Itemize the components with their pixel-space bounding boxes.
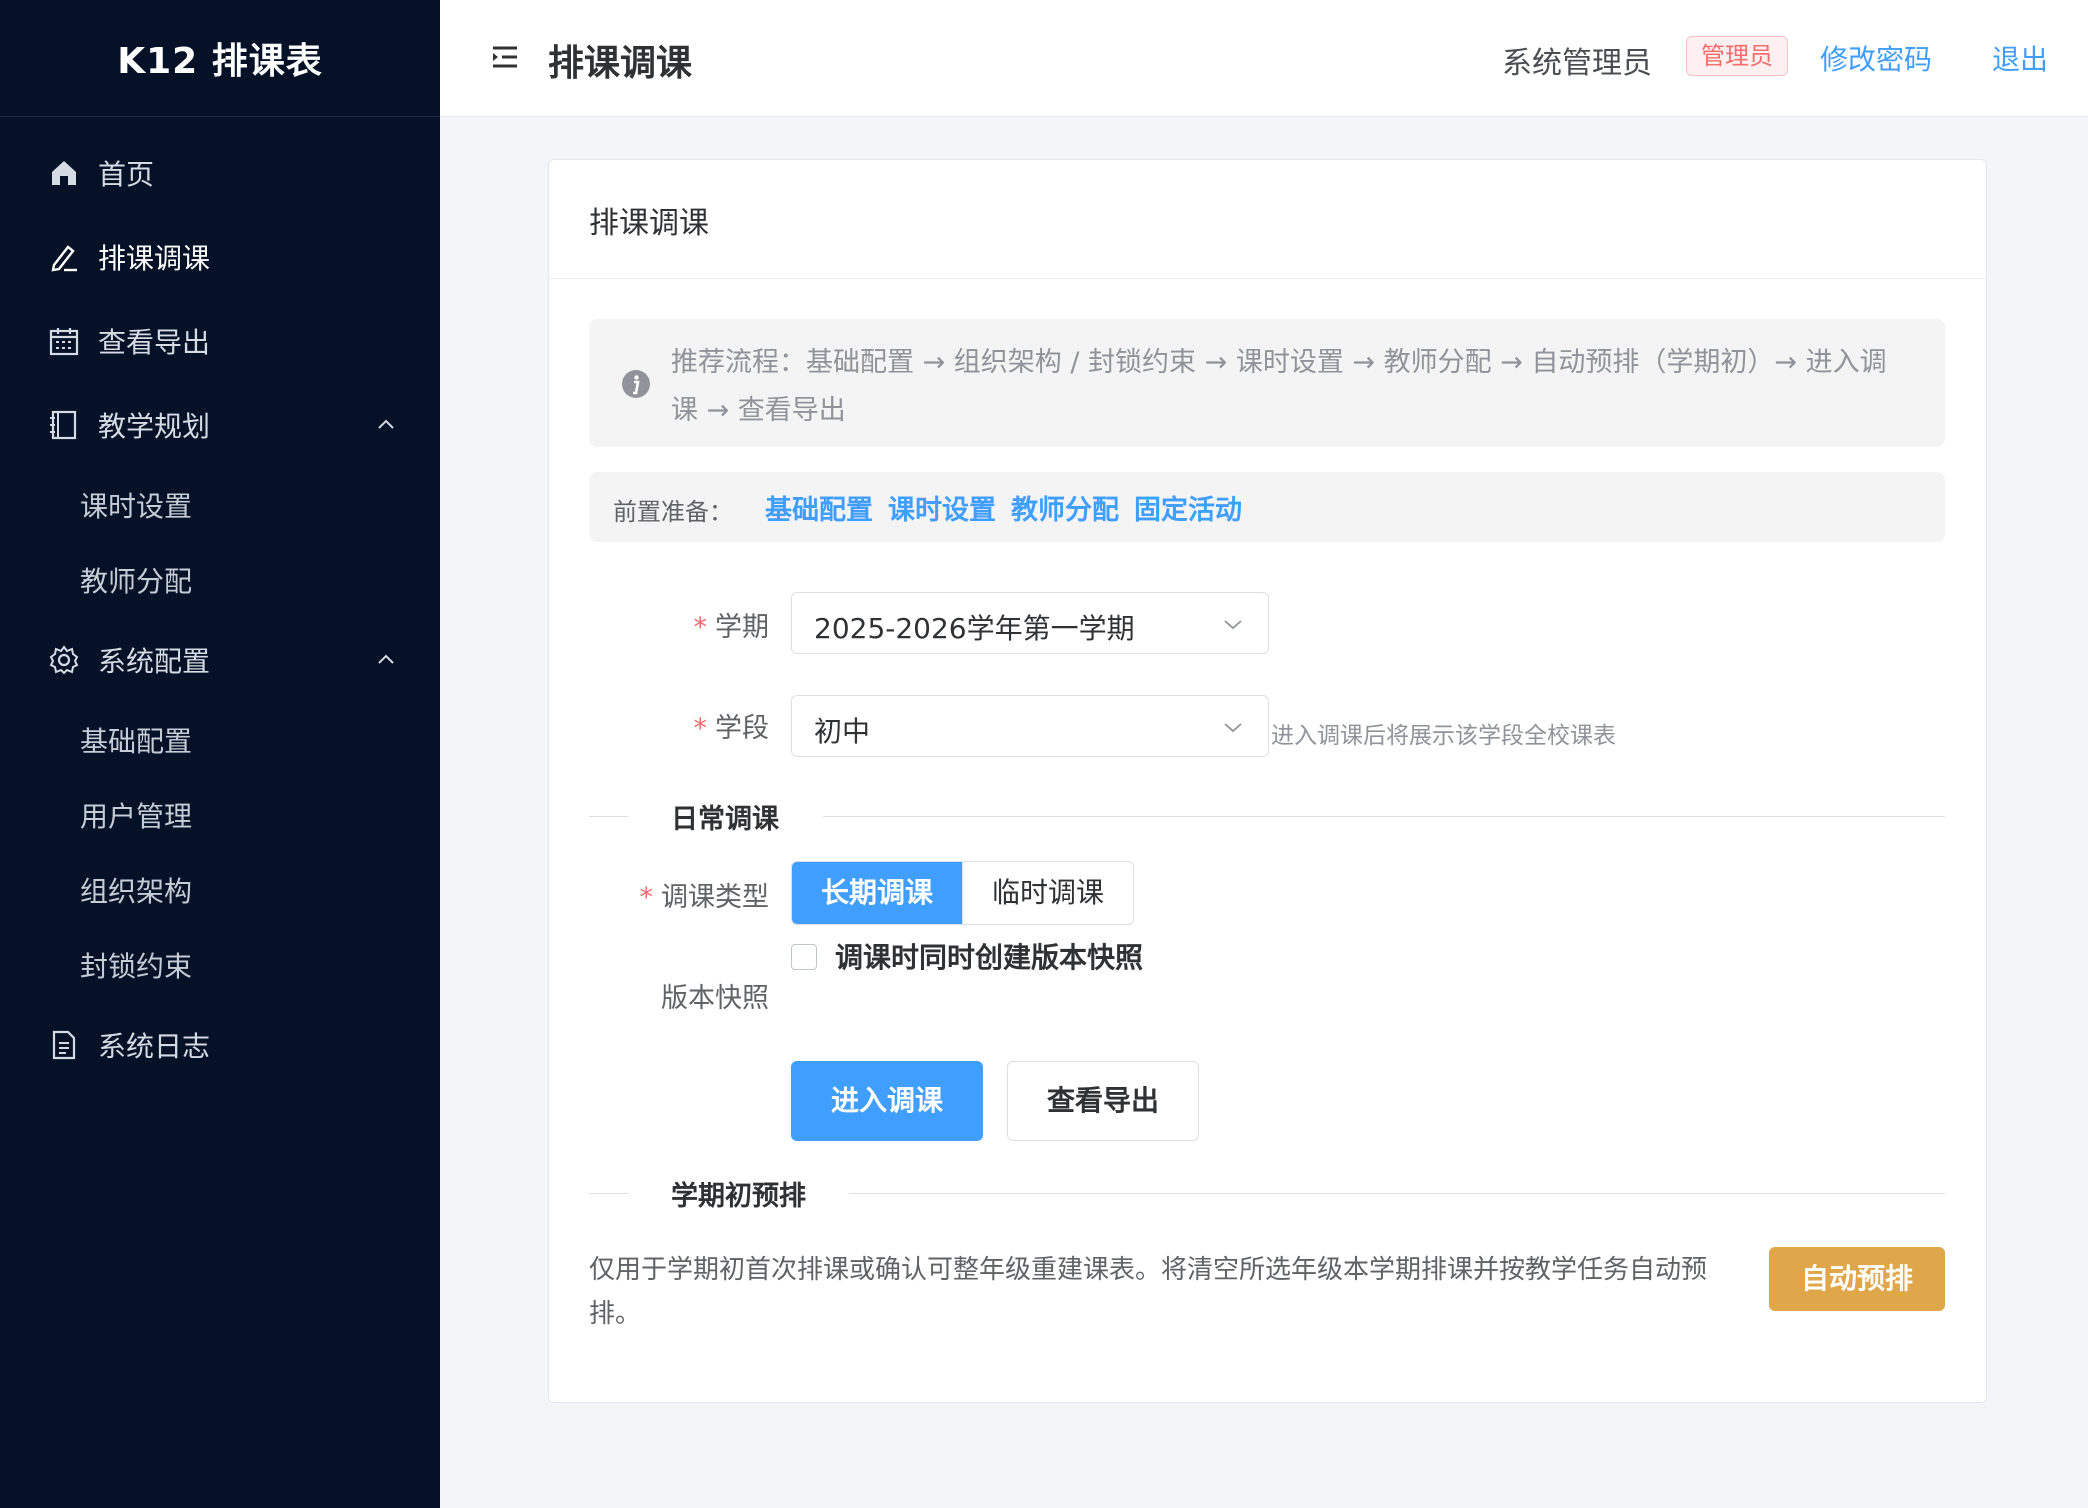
notebook-icon (50, 410, 77, 440)
adjust-type-radio-group: 长期调课 临时调课 (791, 861, 1134, 925)
stage-select-value: 初中 (814, 715, 871, 748)
prep-link-teacher-assign[interactable]: 教师分配 (1011, 488, 1119, 527)
prep-link-fixed-activities[interactable]: 固定活动 (1134, 488, 1242, 527)
prerequisite-label: 前置准备： (613, 498, 733, 526)
presched-description: 仅用于学期初首次排课或确认可整年级重建课表。将清空所选年级本学期排课并按教学任务… (589, 1255, 1708, 1329)
sidebar-item-system-config[interactable]: 系统配置 (0, 620, 440, 700)
sidebar-item-home[interactable]: 首页 (0, 133, 440, 213)
card-title: 排课调课 (589, 206, 709, 241)
snapshot-label: 版本快照 (661, 983, 769, 1014)
required-mark: * (693, 612, 708, 643)
current-user: 系统管理员 (1502, 46, 1652, 81)
chevron-down-icon (1224, 620, 1242, 630)
sidebar-item-label: 系统日志 (98, 1030, 211, 1063)
sidebar-item-label: 排课调课 (98, 242, 211, 275)
top-header: 排课调课 系统管理员 管理员 修改密码 退出 (440, 0, 2088, 117)
adjust-type-temporary[interactable]: 临时调课 (962, 862, 1133, 924)
enter-adjust-button[interactable]: 进入调课 (791, 1061, 983, 1141)
sidebar-item-teacher-assign[interactable]: 教师分配 (0, 540, 440, 620)
calendar-icon (49, 328, 79, 356)
divider-line (823, 816, 1945, 817)
prep-link-basic-config[interactable]: 基础配置 (765, 488, 873, 527)
daily-section-divider: 日常调课 (589, 797, 1945, 837)
required-mark: * (693, 713, 708, 744)
prep-link-period-settings[interactable]: 课时设置 (888, 488, 996, 527)
page-title: 排课调课 (548, 43, 693, 84)
sidebar-item-block-constraints[interactable]: 封锁约束 (0, 925, 440, 1005)
edit-pen-icon (51, 245, 77, 272)
prerequisite-bar: 前置准备： 基础配置 课时设置 教师分配 固定活动 (589, 472, 1945, 542)
term-label: * 学期 (649, 605, 770, 644)
sidebar-item-label: 首页 (98, 158, 155, 191)
term-select-value: 2025-2026学年第一学期 (814, 612, 1135, 645)
sidebar-item-label: 封锁约束 (80, 950, 193, 983)
sidebar-item-period-settings[interactable]: 课时设置 (0, 465, 440, 545)
sidebar: K12 排课表 首页 排课调课 查看导出 教学规划 课时设置 教师分配 系统配置 (0, 0, 440, 1508)
workflow-info-text: 推荐流程：基础配置 → 组织架构 / 封锁约束 → 课时设置 → 教师分配 → … (671, 347, 1887, 426)
view-export-button[interactable]: 查看导出 (1007, 1061, 1199, 1141)
sidebar-item-label: 组织架构 (80, 875, 193, 908)
logout-link[interactable]: 退出 (1992, 38, 2048, 78)
adjust-type-label: * 调课类型 (609, 875, 770, 914)
stage-label-text: 学段 (715, 713, 769, 744)
sidebar-item-org-structure[interactable]: 组织架构 (0, 850, 440, 930)
change-password-link[interactable]: 修改密码 (1820, 38, 1932, 78)
stage-hint: 进入调课后将展示该学段全校课表 (1271, 723, 1616, 749)
schedule-card: 排课调课 推荐流程：基础配置 → 组织架构 / 封锁约束 → 课时设置 → 教师… (548, 159, 1987, 1403)
sidebar-item-schedule[interactable]: 排课调课 (0, 217, 440, 297)
sidebar-item-label: 教学规划 (98, 410, 211, 443)
auto-presched-button[interactable]: 自动预排 (1769, 1247, 1945, 1311)
document-icon (52, 1030, 76, 1060)
presched-section-title: 学期初预排 (671, 1181, 806, 1212)
term-label-text: 学期 (715, 612, 769, 643)
required-mark: * (639, 882, 654, 913)
stage-label: * 学段 (649, 706, 770, 745)
sidebar-item-label: 系统配置 (98, 645, 211, 678)
sidebar-item-teaching-plan[interactable]: 教学规划 (0, 385, 440, 465)
sidebar-item-label: 基础配置 (80, 725, 193, 758)
sidebar-item-export[interactable]: 查看导出 (0, 301, 440, 381)
snapshot-checkbox-label[interactable]: 调课时同时创建版本快照 (835, 936, 1143, 976)
info-icon (622, 370, 650, 398)
sidebar-item-user-management[interactable]: 用户管理 (0, 775, 440, 855)
divider-line (849, 1193, 1945, 1194)
adjust-type-long-term[interactable]: 长期调课 (792, 862, 962, 924)
divider-line (589, 1193, 629, 1194)
term-select[interactable]: 2025-2026学年第一学期 (791, 592, 1269, 654)
chevron-up-icon (378, 654, 394, 664)
daily-section-title: 日常调课 (671, 804, 779, 835)
divider-line (589, 816, 629, 817)
home-icon (52, 161, 76, 185)
sidebar-item-label: 用户管理 (80, 800, 193, 833)
presched-section-divider: 学期初预排 (589, 1174, 1945, 1214)
adjust-type-label-text: 调课类型 (661, 882, 769, 913)
role-badge: 管理员 (1686, 36, 1788, 76)
app-logo: K12 排课表 (0, 0, 440, 117)
sidebar-item-label: 课时设置 (80, 490, 193, 523)
chevron-down-icon (1224, 723, 1242, 733)
gear-icon (49, 645, 79, 675)
snapshot-checkbox[interactable] (791, 944, 817, 970)
stage-select[interactable]: 初中 (791, 695, 1269, 757)
sidebar-item-basic-config[interactable]: 基础配置 (0, 700, 440, 780)
workflow-info-alert: 推荐流程：基础配置 → 组织架构 / 封锁约束 → 课时设置 → 教师分配 → … (589, 319, 1945, 447)
menu-fold-icon[interactable] (490, 42, 520, 72)
card-divider (549, 278, 1986, 279)
sidebar-item-label: 教师分配 (80, 565, 193, 598)
sidebar-item-label: 查看导出 (98, 326, 211, 359)
sidebar-item-system-log[interactable]: 系统日志 (0, 1005, 440, 1085)
chevron-up-icon (378, 419, 394, 429)
